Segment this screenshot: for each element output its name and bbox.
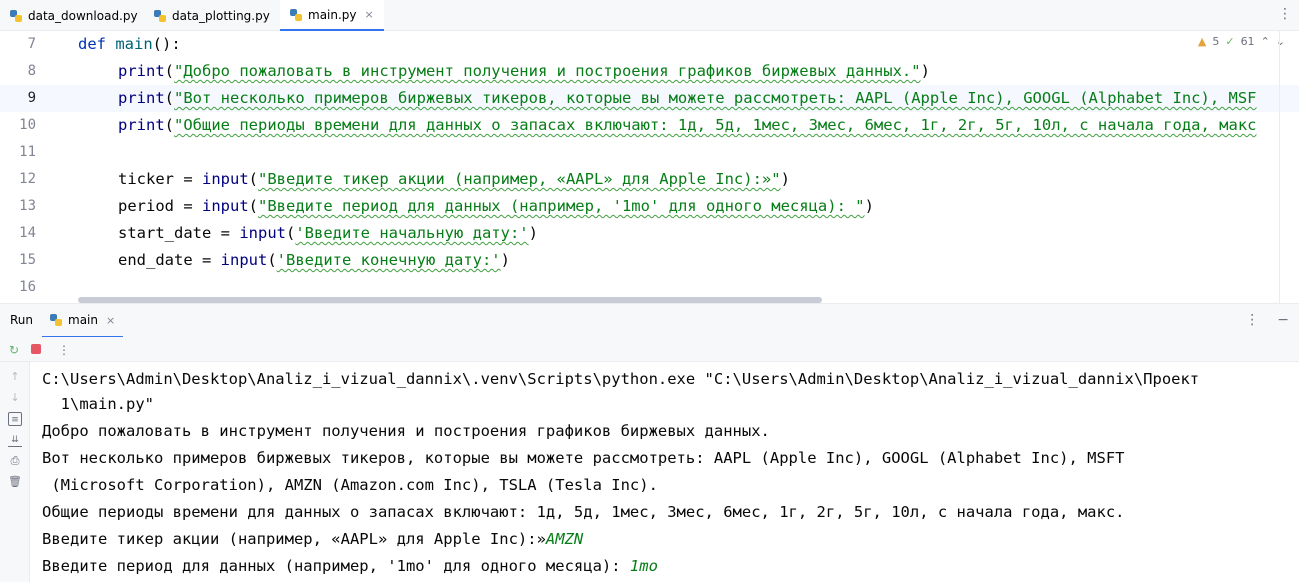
more-options-icon[interactable]: ⋮ [1245,312,1259,328]
line-number: 14 [19,225,36,241]
print-icon[interactable]: ⎙ [8,454,22,468]
code-line: print("Вот несколько примеров биржевых т… [118,89,1257,107]
console-line: Добро пожаловать в инструмент получения … [42,422,770,440]
run-panel-header: Run main × ⋮ − [0,303,1299,338]
arrow-up-icon[interactable]: ↑ [8,370,22,384]
run-toolbar: ↻ ⋮ [0,337,1299,362]
code-line: print("Добро пожаловать в инструмент пол… [118,62,930,80]
code-line: end_date = input('Введите конечную дату:… [118,251,510,269]
line-number: 7 [27,36,36,52]
python-file-icon [10,9,22,22]
chevron-down-icon[interactable]: ⌄ [1276,35,1285,48]
tab-main[interactable]: main.py × [280,0,384,31]
soft-wrap-icon[interactable]: ≡ [8,412,22,426]
rerun-icon[interactable]: ↻ [9,343,19,357]
close-icon[interactable]: × [365,8,374,21]
check-icon: ✓ [1225,35,1235,48]
editor-tab-bar: data_download.py data_plotting.py main.p… [0,0,1299,31]
trash-icon[interactable]: 🗑 [8,475,22,489]
line-number: 16 [19,279,36,295]
line-number: 9 [27,90,36,106]
code-line: period = input("Введите период для данны… [118,197,874,215]
tab-data-plotting[interactable]: data_plotting.py [154,0,270,31]
more-options-icon[interactable]: ⋮ [58,343,70,357]
tab-label: main.py [308,7,357,22]
line-number: 13 [19,198,36,214]
warning-icon: ▲ [1197,35,1207,48]
console-output[interactable]: C:\Users\Admin\Desktop\Analiz_i_vizual_d… [30,362,1299,582]
python-file-icon [154,9,166,22]
scroll-to-end-icon[interactable]: ⇊ [8,433,22,447]
console-line: Общие периоды времени для данных о запас… [42,503,1125,521]
inspection-indicators[interactable]: ▲ 5 ✓ 61 ⌃ ⌄ [1198,35,1285,48]
python-file-icon [290,8,302,21]
console-line: C:\Users\Admin\Desktop\Analiz_i_vizual_d… [42,370,1200,388]
close-icon[interactable]: × [106,314,115,327]
minimize-icon[interactable]: − [1277,312,1289,328]
tab-label: data_plotting.py [172,8,270,23]
line-number: 15 [19,252,36,268]
stop-icon[interactable] [31,344,41,354]
line-number-gutter: 7 8 9 10 11 12 13 14 15 16 [0,31,60,303]
code-line: def main(): [78,35,181,53]
run-tab-label: main [68,313,98,327]
console-line: Введите период для данных (например, '1m… [42,557,658,575]
line-number: 12 [19,171,36,187]
user-input-text: AMZN [545,530,584,548]
python-file-icon [50,314,62,326]
user-input-text: 1mo [629,557,658,575]
code-line: print("Общие периоды времени для данных … [118,116,1257,134]
code-editor[interactable]: 7 8 9 10 11 12 13 14 15 16 def main(): p… [0,31,1299,303]
line-number: 11 [19,144,36,160]
arrow-down-icon[interactable]: ↓ [8,391,22,405]
chevron-up-icon[interactable]: ⌃ [1261,35,1270,48]
tab-label: data_download.py [28,8,138,23]
run-tab-main[interactable]: main × [42,304,124,338]
console-line: 1\main.py" [42,395,154,413]
console-line: Вот несколько примеров биржевых тикеров,… [42,449,1125,467]
run-panel-label: Run [10,313,34,327]
console-side-toolbar: ↑ ↓ ≡ ⇊ ⎙ 🗑 [0,362,30,582]
check-count: 61 [1240,35,1255,48]
editor-scroll-track [1279,31,1280,303]
line-number: 10 [19,117,36,133]
more-options-icon[interactable]: ⋮ [1278,6,1292,22]
tab-data-download[interactable]: data_download.py [10,0,138,31]
code-line: start_date = input('Введите начальную да… [118,224,538,242]
console-line: Введите тикер акции (например, «AAPL» дл… [42,530,584,548]
line-number: 8 [27,63,36,79]
code-line: ticker = input("Введите тикер акции (нап… [118,170,790,188]
warning-count: 5 [1212,35,1220,48]
console-line: (Microsoft Corporation), AMZN (Amazon.co… [42,476,658,494]
